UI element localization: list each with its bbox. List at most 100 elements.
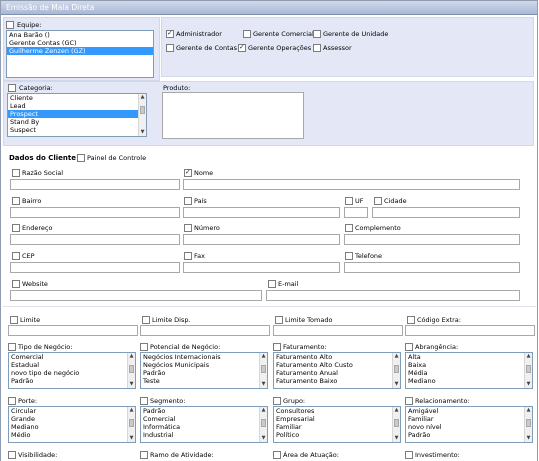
scroll-down-icon[interactable]: ▼ [525,435,532,442]
scroll-thumb[interactable] [129,365,134,373]
telefone-input[interactable] [344,262,520,273]
list-group-checkbox[interactable] [8,343,16,351]
numero-checkbox[interactable] [184,224,192,232]
scroll-up-icon[interactable]: ▲ [128,353,135,360]
list-item[interactable]: Negócios Municipais [141,361,267,369]
list-item[interactable]: Teste [141,377,267,385]
list-item[interactable]: Médio [9,431,135,439]
limite-checkbox[interactable] [10,316,18,324]
list-item[interactable]: Stand By [8,118,146,126]
list-item[interactable]: Comercial [141,415,267,423]
scroll-up-icon[interactable]: ▲ [393,407,400,414]
website-input[interactable] [10,290,262,301]
list-item[interactable]: Político [274,431,400,439]
scrollbar[interactable]: ▲ ▼ [392,353,400,388]
list-item[interactable]: Padrão [141,407,267,415]
list-item[interactable]: Ana Barão () [7,31,153,39]
complemento-input[interactable] [344,234,520,245]
scroll-down-icon[interactable]: ▼ [128,381,135,388]
list-group-checkbox[interactable] [273,343,281,351]
scrollbar[interactable]: ▲ ▼ [138,94,146,136]
list-item[interactable]: Familiar [274,423,400,431]
complemento-checkbox[interactable] [345,224,353,232]
scroll-up-icon[interactable]: ▲ [260,407,267,414]
email-input[interactable] [266,290,520,301]
role-checkbox[interactable] [313,30,321,38]
nome-checkbox[interactable] [184,168,192,177]
scroll-down-icon[interactable]: ▼ [393,435,400,442]
scroll-down-icon[interactable]: ▼ [128,435,135,442]
scroll-up-icon[interactable]: ▲ [260,353,267,360]
list-item[interactable]: novo nível [406,423,532,431]
list-item[interactable]: Consultores [274,407,400,415]
list-group-listbox[interactable]: Faturamento Alto Faturamento Alto Custo Fa… [273,352,401,389]
scrollbar[interactable]: ▲ ▼ [392,407,400,442]
list-group-checkbox[interactable] [140,343,148,351]
bottom-checkbox[interactable] [8,451,16,459]
scrollbar[interactable]: ▲ ▼ [259,407,267,442]
list-item[interactable]: Cliente [8,94,146,102]
codigo-extra-input[interactable] [405,325,535,336]
produto-listbox[interactable] [162,92,304,139]
fax-input[interactable] [183,262,340,273]
scroll-down-icon[interactable]: ▼ [393,381,400,388]
list-item[interactable]: Guilherme Zenzen (GZ) [7,47,153,55]
list-item[interactable]: Baixa [406,361,532,369]
limite-tomado-checkbox[interactable] [275,316,283,324]
list-item[interactable]: Padrão [406,431,532,439]
list-item[interactable]: Gerente Contas (GC) [7,39,153,47]
list-group-listbox[interactable]: Consultores Empresarial Familiar Político ▲ ▼ [273,406,401,443]
list-group-checkbox[interactable] [273,397,281,405]
codigo-extra-checkbox[interactable] [407,316,415,324]
scroll-thumb[interactable] [261,419,266,427]
list-group-listbox[interactable]: Amigável Familiar novo nível Padrão ▲ ▼ [405,406,533,443]
list-item[interactable]: Média [406,369,532,377]
equipe-listbox[interactable]: Ana Barão () Gerente Contas (GC) Guilherme… [6,30,154,78]
list-item[interactable]: Prospect [8,110,146,118]
list-item[interactable]: Faturamento Alto Custo [274,361,400,369]
cidade-input[interactable] [372,207,520,218]
telefone-checkbox[interactable] [345,252,353,260]
cep-checkbox[interactable] [12,252,20,260]
list-item[interactable]: Faturamento Anual [274,369,400,377]
scroll-up-icon[interactable]: ▲ [139,94,146,101]
bairro-checkbox[interactable] [12,197,20,205]
razao-social-input[interactable] [10,179,180,190]
scroll-thumb[interactable] [526,365,531,373]
list-item[interactable]: Empresarial [274,415,400,423]
limite-tomado-input[interactable] [273,325,403,336]
list-item[interactable]: novo tipo de negócio [9,369,135,377]
categoria-listbox[interactable]: Cliente Lead Prospect Stand By Suspect ▲ ▼ [7,93,147,137]
list-group-checkbox[interactable] [405,343,413,351]
scrollbar[interactable]: ▲ ▼ [127,353,135,388]
scroll-thumb[interactable] [140,106,145,114]
painel-controle-checkbox[interactable] [77,154,85,162]
list-item[interactable]: Faturamento Alto [274,353,400,361]
list-item[interactable]: Suspect [8,126,146,134]
website-checkbox[interactable] [12,280,20,288]
scrollbar[interactable]: ▲ ▼ [524,407,532,442]
bairro-input[interactable] [10,207,180,218]
list-item[interactable]: Mediano [406,377,532,385]
list-item[interactable]: Padrão [9,377,135,385]
list-item[interactable]: Padrão [141,369,267,377]
scroll-down-icon[interactable]: ▼ [260,435,267,442]
uf-input[interactable] [344,207,368,218]
scrollbar[interactable]: ▲ ▼ [127,407,135,442]
numero-input[interactable] [183,234,340,245]
bottom-checkbox[interactable] [140,451,148,459]
list-group-listbox[interactable]: Comercial Estadual novo tipo de negócio Pad… [8,352,136,389]
scroll-up-icon[interactable]: ▲ [525,353,532,360]
role-checkbox[interactable] [313,44,321,52]
limite-disp-input[interactable] [140,325,270,336]
scroll-thumb[interactable] [394,365,399,373]
bottom-checkbox[interactable] [273,451,281,459]
list-item[interactable]: Comercial [9,353,135,361]
list-group-listbox[interactable]: Circular Grande Mediano Médio ▲ ▼ [8,406,136,443]
email-checkbox[interactable] [268,280,276,288]
list-item[interactable]: Amigável [406,407,532,415]
role-checkbox[interactable] [238,43,246,52]
list-item[interactable]: Faturamento Baixo [274,377,400,385]
cep-input[interactable] [10,262,180,273]
role-checkbox[interactable] [243,30,251,38]
